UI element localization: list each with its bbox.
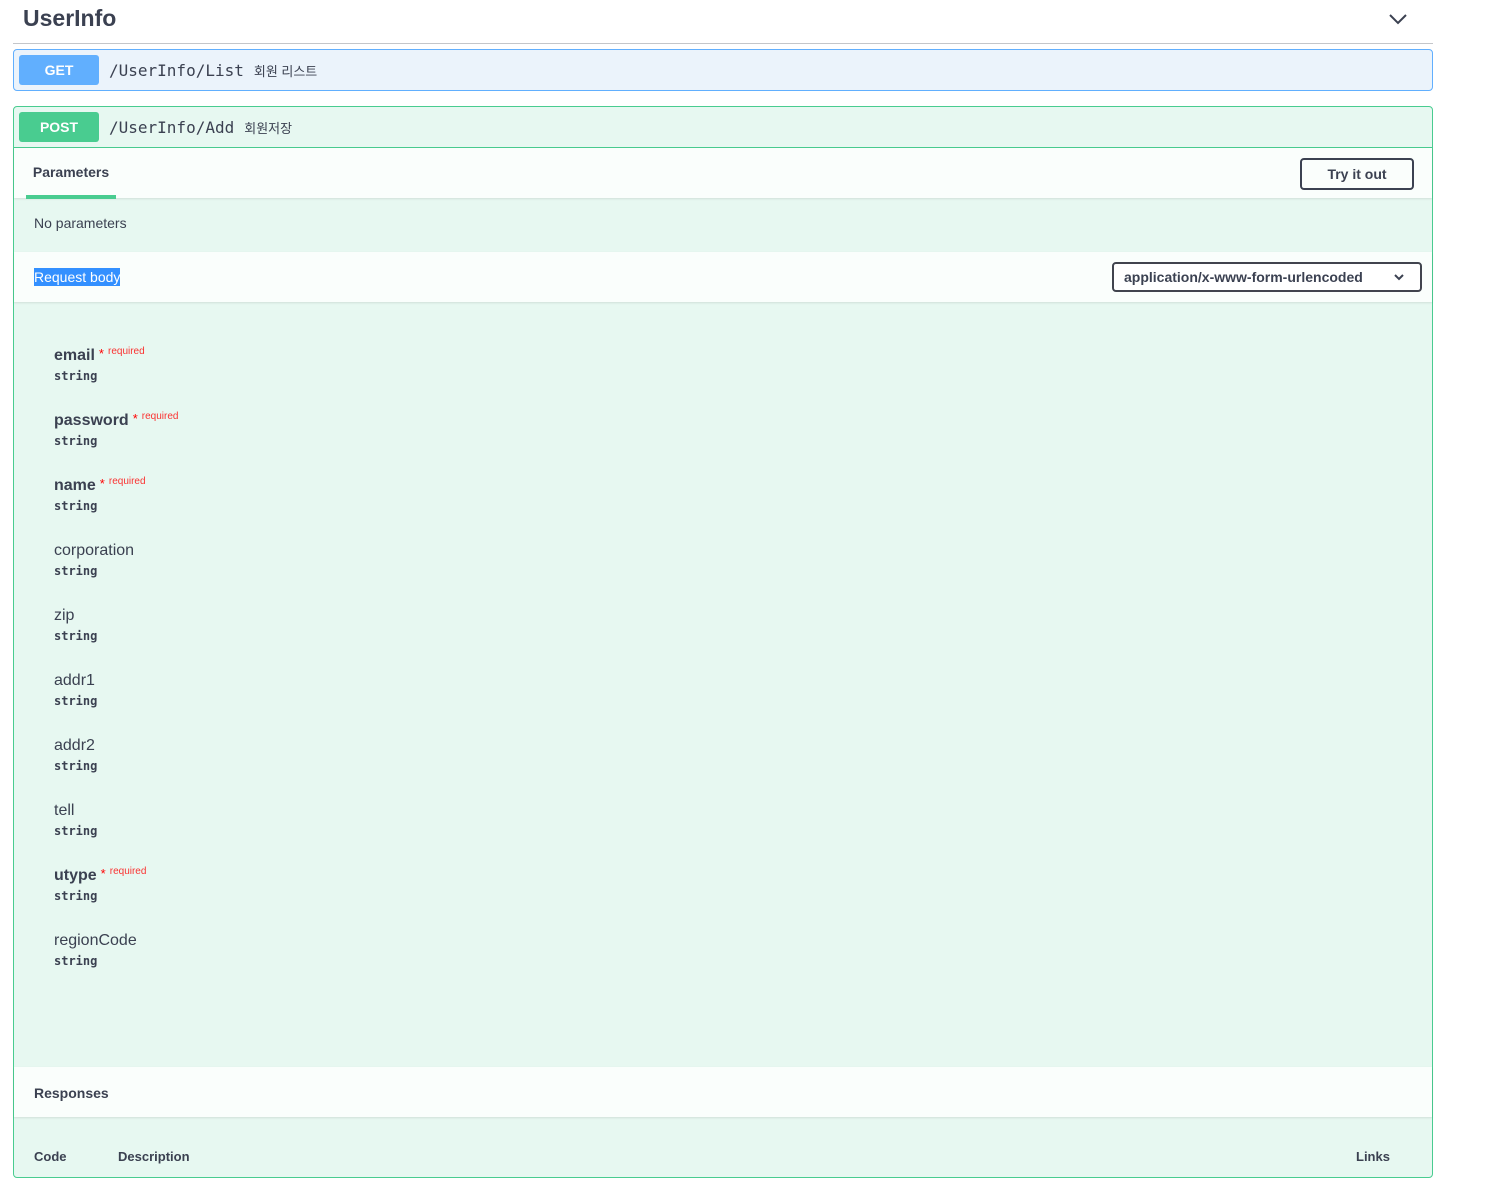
required-label: required [109, 866, 147, 877]
field-name: email [54, 347, 95, 364]
chevron-down-icon[interactable] [1387, 8, 1409, 30]
field-name: password [54, 412, 129, 429]
operation-path: /UserInfo/Add [109, 117, 235, 137]
body-field-corporation: corporation string [54, 542, 454, 592]
no-parameters-text: No parameters [34, 215, 127, 231]
required-label: required [107, 346, 145, 357]
chevron-down-icon [1394, 274, 1404, 281]
field-type: string [54, 629, 98, 643]
opblock-summary[interactable]: POST /UserInfo/Add 회원저장 [14, 107, 1432, 148]
responses-section-header: Responses [14, 1067, 1432, 1117]
field-name: addr1 [54, 672, 95, 689]
field-type: string [54, 499, 98, 513]
try-it-out-button[interactable]: Try it out [1300, 158, 1414, 190]
operation-summary: 회원 리스트 [253, 63, 318, 79]
field-type: string [54, 759, 98, 773]
field-type: string [54, 889, 98, 903]
body-field-tell: tell string [54, 802, 454, 852]
body-field-password: password * required string [54, 411, 454, 462]
content-type-value: application/x-www-form-urlencoded [1124, 269, 1363, 285]
request-body-header: Request body application/x-www-form-urle… [14, 252, 1432, 302]
responses-title: Responses [34, 1085, 109, 1101]
body-field-name: name * required string [54, 476, 454, 527]
opblock-summary[interactable]: GET /UserInfo/List 회원 리스트 [14, 50, 1432, 90]
tag-header[interactable]: UserInfo [13, 0, 1433, 44]
request-body-title: Request body [34, 268, 121, 286]
method-badge-get: GET [19, 55, 99, 85]
required-star: * [100, 866, 106, 881]
field-name: tell [54, 802, 75, 819]
body-field-regionCode: regionCode string [54, 932, 454, 982]
response-col-description: Description [118, 1149, 190, 1164]
required-label: required [141, 411, 179, 422]
field-name: corporation [54, 542, 135, 559]
swagger-page: UserInfo GET /UserInfo/List 회원 리스트 POST … [0, 0, 1494, 1178]
body-field-zip: zip string [54, 607, 454, 657]
tag-title[interactable]: UserInfo [23, 5, 116, 32]
opblock-get-userinfo-list[interactable]: GET /UserInfo/List 회원 리스트 [13, 49, 1433, 91]
field-type: string [54, 954, 98, 968]
required-star: * [132, 411, 138, 426]
field-type: string [54, 824, 98, 838]
field-name: addr2 [54, 737, 95, 754]
field-type: string [54, 369, 98, 383]
field-name: name [54, 477, 96, 494]
parameters-section-header: Parameters Try it out [14, 148, 1432, 199]
operation-summary: 회원저장 [244, 120, 293, 136]
body-field-utype: utype * required string [54, 866, 454, 917]
operation-path: /UserInfo/List [109, 60, 244, 80]
response-col-code: Code [34, 1149, 67, 1164]
required-star: * [98, 346, 104, 361]
tab-parameters[interactable]: Parameters [26, 148, 116, 199]
field-type: string [54, 434, 98, 448]
method-badge-post: POST [19, 112, 99, 142]
body-field-email: email * required string [54, 346, 454, 397]
field-name: zip [54, 607, 75, 624]
opblock-post-userinfo-add: POST /UserInfo/Add 회원저장 Parameters Try i… [13, 106, 1433, 1178]
field-name: regionCode [54, 932, 137, 949]
content-type-select[interactable]: application/x-www-form-urlencoded [1112, 262, 1422, 292]
required-star: * [99, 476, 105, 491]
body-field-addr1: addr1 string [54, 672, 454, 722]
field-type: string [54, 694, 98, 708]
response-col-links: Links [1356, 1149, 1390, 1164]
field-name: utype [54, 867, 97, 884]
body-field-addr2: addr2 string [54, 737, 454, 787]
field-type: string [54, 564, 98, 578]
required-label: required [108, 476, 146, 487]
